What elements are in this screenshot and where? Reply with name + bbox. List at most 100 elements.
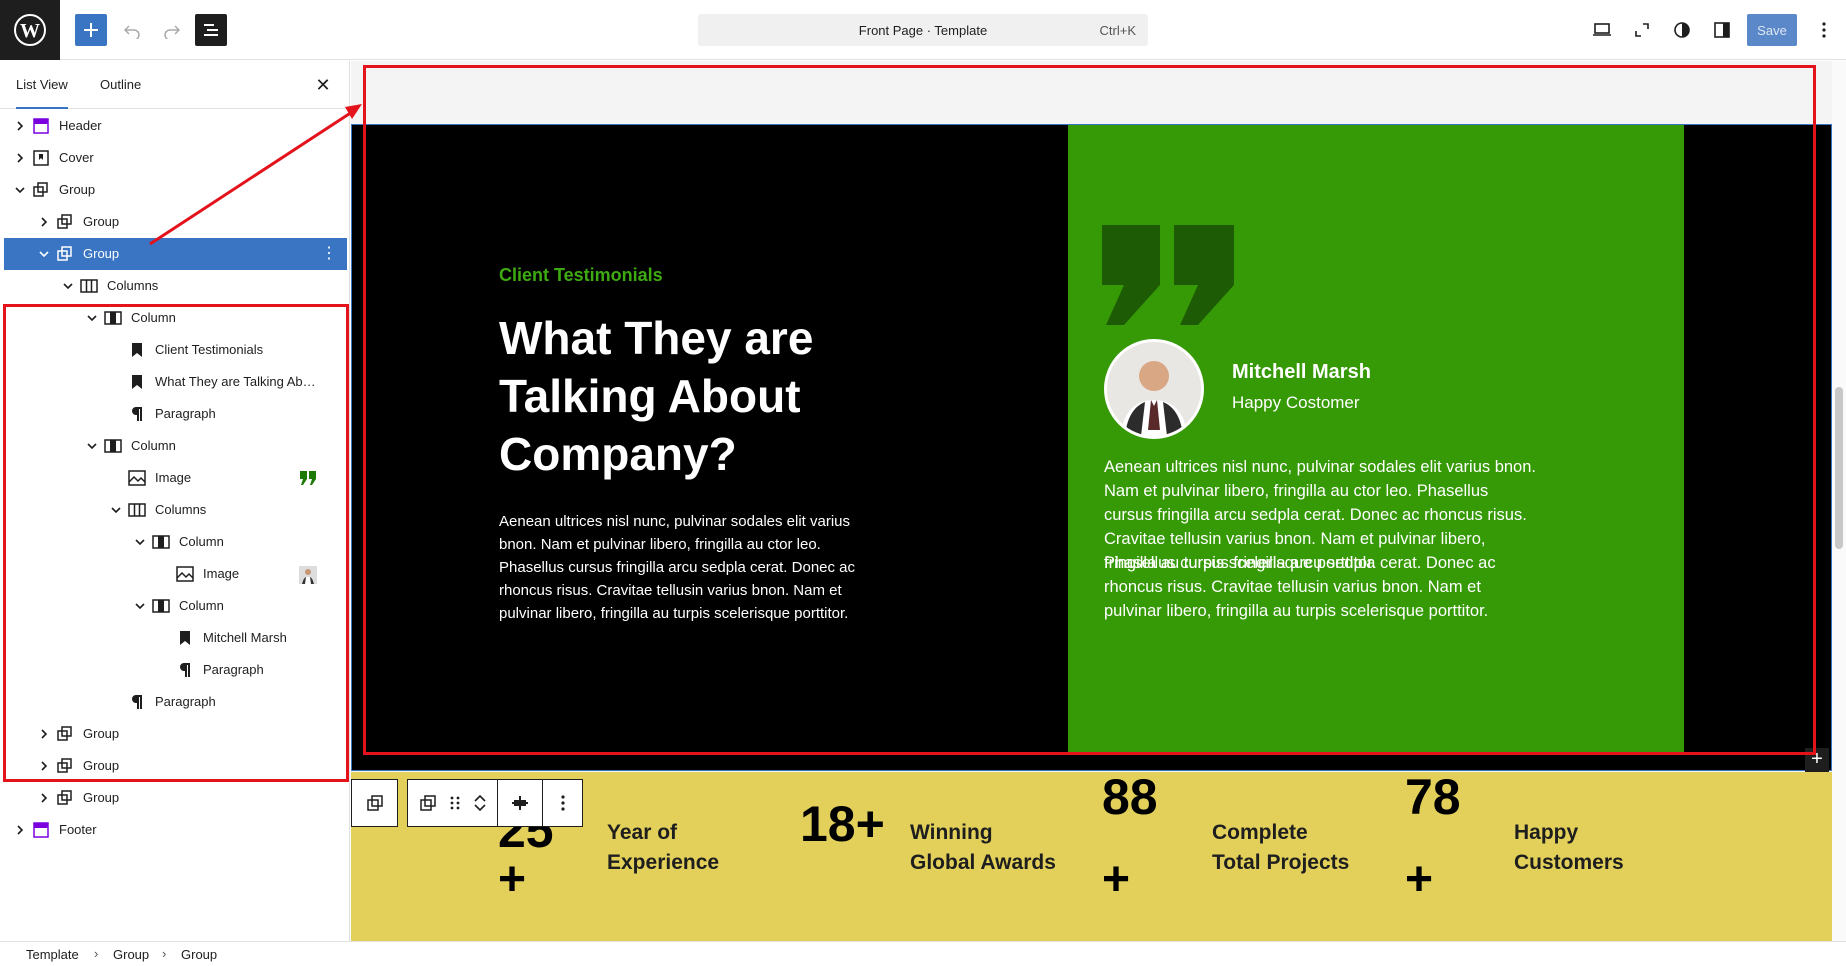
settings-sidebar-button[interactable] [1706, 14, 1738, 46]
wordpress-icon: W [14, 14, 46, 46]
image-icon [176, 565, 194, 583]
breadcrumb-item[interactable]: Group [113, 947, 149, 962]
sidebar-icon [1714, 22, 1730, 38]
drag-handle-icon [451, 796, 460, 810]
chevron-down-icon[interactable] [60, 278, 76, 294]
paragraph-icon [128, 405, 146, 423]
stat-label-line: Experience [607, 851, 720, 874]
cover-icon [32, 149, 50, 167]
chevron-right-icon[interactable] [12, 118, 28, 134]
list-view-item-mitchell-marsh[interactable]: Mitchell Marsh [4, 622, 347, 654]
undo-icon [123, 25, 140, 39]
canvas-scrollbar[interactable] [1832, 61, 1846, 941]
move-up-down-buttons[interactable] [463, 780, 497, 826]
view-button[interactable] [1586, 14, 1618, 46]
stat-label[interactable]: Year of Experience [607, 818, 719, 878]
list-view-item-image[interactable]: Image [4, 462, 347, 494]
stat-label[interactable]: Happy Customers [1514, 818, 1624, 878]
list-view-item-paragraph[interactable]: Paragraph [4, 686, 347, 718]
list-view-item-group[interactable]: Group [4, 174, 347, 206]
shortcut-hint: Ctrl+K [1099, 23, 1136, 38]
tab-list-view[interactable]: List View [16, 61, 68, 109]
list-view-item-cover[interactable]: Cover [4, 142, 347, 174]
redo-button[interactable] [156, 14, 188, 46]
list-view-item-column[interactable]: Column [4, 526, 347, 558]
tab-outline[interactable]: Outline [100, 61, 141, 109]
list-view-item-client-testimonials[interactable]: Client Testimonials [4, 334, 347, 366]
testimonials-group-block[interactable]: Client Testimonials What They are Talkin… [351, 124, 1832, 771]
close-icon[interactable]: ✕ [313, 75, 333, 95]
list-view-item-label: Group [83, 726, 120, 741]
list-view-item-paragraph[interactable]: Paragraph [4, 398, 347, 430]
stat-label[interactable]: Complete Total Projects [1212, 818, 1349, 878]
column-icon [104, 437, 122, 455]
drag-handle[interactable] [448, 780, 464, 826]
list-view-item-group[interactable]: Group [4, 718, 347, 750]
document-overview-button[interactable] [195, 14, 227, 46]
list-view-item-image[interactable]: Image [4, 558, 347, 590]
scrollbar-thumb[interactable] [1835, 387, 1843, 549]
select-parent-button[interactable] [351, 779, 398, 827]
section-paragraph[interactable]: Aenean ultrices nisl nunc, pulvinar soda… [499, 510, 857, 625]
styles-button[interactable] [1666, 14, 1698, 46]
list-view-item-group[interactable]: Group ⋮ [4, 238, 347, 270]
list-view-item-columns[interactable]: Columns [4, 270, 347, 302]
list-view-item-group[interactable]: Group [4, 750, 347, 782]
list-view-item-group[interactable]: Group [4, 206, 347, 238]
list-view-item-columns[interactable]: Columns [4, 494, 347, 526]
chevron-right-icon[interactable] [36, 726, 52, 742]
section-eyebrow[interactable]: Client Testimonials [499, 265, 663, 286]
save-button[interactable]: Save [1747, 14, 1797, 46]
options-button[interactable] [1808, 14, 1840, 46]
list-view-item-footer[interactable]: Footer [4, 814, 347, 846]
stat-number[interactable]: 88 [1102, 769, 1158, 825]
chevron-down-icon[interactable] [36, 246, 52, 262]
align-button[interactable] [496, 780, 542, 826]
chevron-right-icon[interactable] [36, 758, 52, 774]
stat-number[interactable]: 78 [1405, 769, 1461, 825]
command-palette-title[interactable]: Front Page · Template Ctrl+K [698, 14, 1148, 46]
chevron-down-icon[interactable] [12, 182, 28, 198]
block-type-button[interactable] [408, 780, 448, 826]
chevron-down-icon[interactable] [108, 502, 124, 518]
chevron-down-icon[interactable] [84, 438, 100, 454]
person-name[interactable]: Mitchell Marsh [1232, 361, 1371, 384]
list-view-item-label: Image [155, 470, 192, 485]
chevron-down-icon[interactable] [132, 534, 148, 550]
list-view-item-label: What They are Talking Ab… [155, 374, 316, 389]
group-icon [56, 757, 74, 775]
chevron-right-icon[interactable] [36, 790, 52, 806]
chevron-down-icon[interactable] [132, 598, 148, 614]
list-view-item-label: Client Testimonials [155, 342, 264, 357]
add-block-inserter-button[interactable]: + [1805, 748, 1829, 772]
zoom-out-button[interactable] [1626, 14, 1658, 46]
column-icon [152, 597, 170, 615]
breadcrumb-item: Group [181, 947, 218, 962]
wordpress-logo-button[interactable]: W [0, 0, 60, 60]
list-view-item-group[interactable]: Group [4, 782, 347, 814]
person-avatar[interactable] [1104, 339, 1204, 439]
stat-number[interactable]: 18+ [800, 796, 885, 852]
chevron-right-icon[interactable] [12, 822, 28, 838]
stat-label[interactable]: Winning Global Awards [910, 818, 1056, 878]
list-view-item-column[interactable]: Column [4, 590, 347, 622]
stat-suffix: + [498, 853, 527, 906]
person-role[interactable]: Happy Costomer [1232, 393, 1360, 413]
chevron-down-icon[interactable] [84, 310, 100, 326]
quote-icon[interactable] [1102, 225, 1236, 330]
list-view-item-what-they-are-talking-ab[interactable]: What They are Talking Ab… [4, 366, 347, 398]
undo-button[interactable] [116, 14, 148, 46]
list-view-item-column[interactable]: Column [4, 430, 347, 462]
block-options-button[interactable] [542, 780, 582, 826]
list-view-item-column[interactable]: Column [4, 302, 347, 334]
breadcrumb-item[interactable]: Template [26, 947, 79, 962]
list-view-item-header[interactable]: Header [4, 110, 347, 142]
chevron-right-icon[interactable] [12, 150, 28, 166]
add-block-button[interactable] [75, 14, 107, 46]
card-paragraph-2[interactable]: Phasellus cursus fringilla arcu sedpla c… [1104, 551, 1540, 623]
vertical-ellipsis-icon[interactable]: ⋮ [321, 244, 337, 264]
chevron-right-icon[interactable] [36, 214, 52, 230]
list-view-item-paragraph[interactable]: Paragraph [4, 654, 347, 686]
section-heading[interactable]: What They are Talking About Company? [499, 309, 919, 483]
list-view-item-label: Cover [59, 150, 94, 165]
